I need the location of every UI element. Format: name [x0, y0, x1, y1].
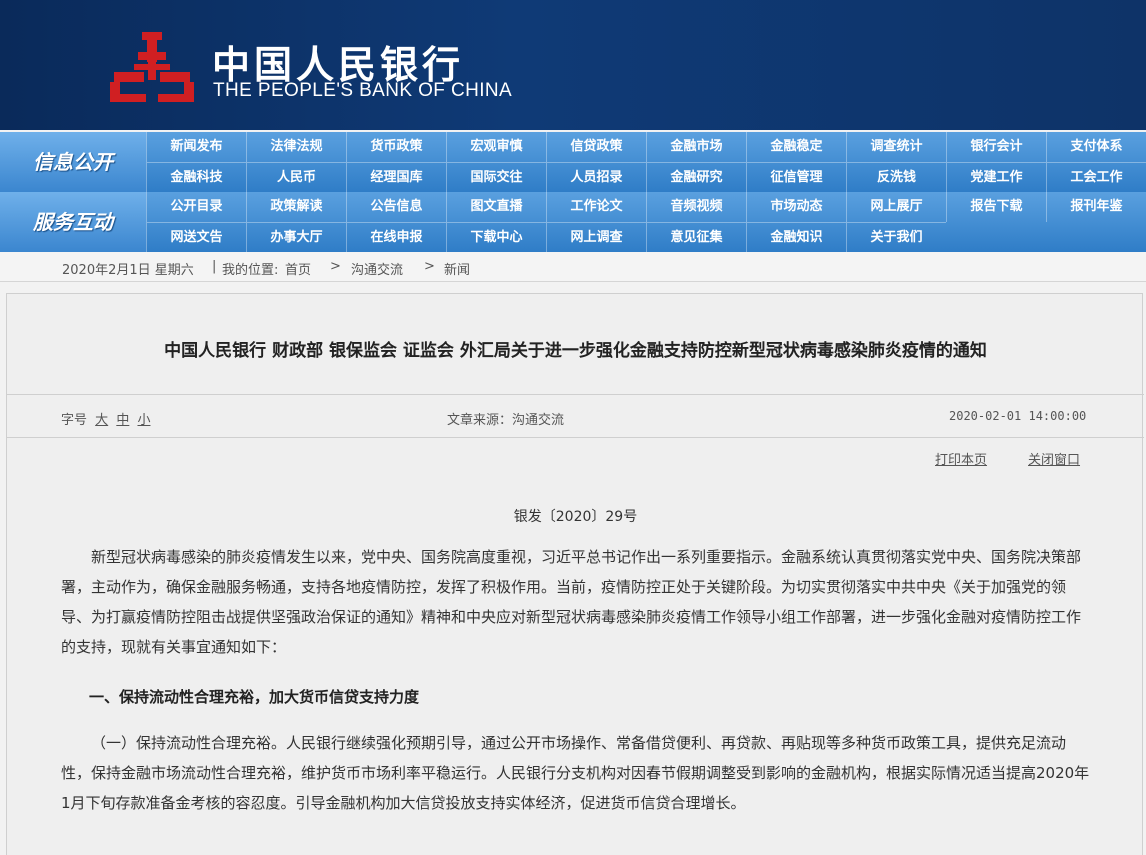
nav-item[interactable]: 关于我们 [846, 222, 946, 252]
nav-item[interactable]: 意见征集 [646, 222, 746, 252]
font-size-small-button[interactable]: 小 [137, 413, 150, 428]
breadcrumb-level2-link[interactable]: 沟通交流 [351, 259, 403, 278]
nav-item[interactable]: 公告信息 [346, 192, 446, 222]
nav-item[interactable]: 音频视频 [646, 192, 746, 222]
logo-english-text[interactable]: THE PEOPLE'S BANK OF CHINA [213, 80, 512, 102]
nav-item[interactable]: 货币政策 [346, 132, 446, 162]
nav-item[interactable]: 网上调查 [546, 222, 646, 252]
nav-item[interactable]: 党建工作 [946, 162, 1046, 192]
nav-item[interactable]: 工作论文 [546, 192, 646, 222]
font-size-control: 字号 大 中 小 [61, 409, 150, 428]
nav-item[interactable]: 金融稳定 [746, 132, 846, 162]
nav-item[interactable]: 报刊年鉴 [1046, 192, 1146, 222]
nav-item[interactable]: 网上展厅 [846, 192, 946, 222]
nav-item[interactable]: 征信管理 [746, 162, 846, 192]
nav-item[interactable]: 支付体系 [1046, 132, 1146, 162]
site-header: 中国人民银行 THE PEOPLE'S BANK OF CHINA [0, 0, 1146, 130]
pboc-emblem-icon[interactable] [108, 30, 196, 106]
article-title: 中国人民银行 财政部 银保监会 证监会 外汇局关于进一步强化金融支持防控新型冠状… [164, 341, 987, 361]
nav-item[interactable]: 金融市场 [646, 132, 746, 162]
breadcrumb-arrow-icon: > [330, 259, 341, 274]
article-source: 文章来源：沟通交流 [447, 413, 565, 428]
article-paragraph: 新型冠状病毒感染的肺炎疫情发生以来，党中央、国务院高度重视，习近平总书记作出一系… [61, 548, 1082, 656]
article-panel: 中国人民银行 财政部 银保监会 证监会 外汇局关于进一步强化金融支持防控新型冠状… [6, 293, 1144, 855]
breadcrumb-home-link[interactable]: 首页 [285, 259, 311, 278]
nav-item[interactable]: 新闻发布 [146, 132, 246, 162]
nav-item[interactable]: 调查统计 [846, 132, 946, 162]
nav-item[interactable]: 人民币 [246, 162, 346, 192]
nav-grid-service: 公开目录 政策解读 公告信息 图文直播 工作论文 音频视频 市场动态 网上展厅 … [146, 192, 1146, 252]
article-paragraph: （一）保持流动性合理充裕。人民银行继续强化预期引导，通过公开市场操作、常备借贷便… [61, 734, 1090, 812]
nav-item[interactable]: 网送文告 [146, 222, 246, 252]
nav-item[interactable]: 金融研究 [646, 162, 746, 192]
font-size-medium-button[interactable]: 中 [116, 413, 129, 428]
nav-item[interactable]: 反洗钱 [846, 162, 946, 192]
nav-item[interactable]: 在线申报 [346, 222, 446, 252]
nav-item[interactable]: 法律法规 [246, 132, 346, 162]
nav-item[interactable]: 金融科技 [146, 162, 246, 192]
document-number: 银发〔2020〕29号 [513, 509, 638, 525]
breadcrumb-level3-link[interactable]: 新闻 [444, 259, 470, 278]
nav-item[interactable]: 工会工作 [1046, 162, 1146, 192]
nav-item[interactable]: 办事大厅 [246, 222, 346, 252]
article-datetime: 2020-02-01 14:00:00 [949, 409, 1087, 423]
nav-info-disclosure: 信息公开 新闻发布 法律法规 货币政策 宏观审慎 信贷政策 金融市场 金融稳定 … [0, 132, 1146, 192]
nav-item[interactable]: 信贷政策 [546, 132, 646, 162]
nav-item[interactable]: 报告下载 [946, 192, 1046, 222]
page: 中国人民银行 THE PEOPLE'S BANK OF CHINA 信息公开 新… [0, 0, 1146, 855]
nav-item[interactable]: 银行会计 [946, 132, 1046, 162]
nav-section-label-info: 信息公开 [0, 132, 146, 192]
section-heading: 一、保持流动性合理充裕，加大货币信贷支持力度 [89, 688, 420, 706]
nav-item[interactable]: 人员招录 [546, 162, 646, 192]
breadcrumb: 2020年2月1日 星期六 | 我的位置: 首页 > 沟通交流 > 新闻 [0, 252, 1146, 282]
nav-item[interactable]: 国际交往 [446, 162, 546, 192]
nav-item[interactable]: 图文直播 [446, 192, 546, 222]
close-window-link[interactable]: 关闭窗口 [1028, 449, 1080, 468]
breadcrumb-location-label: 我的位置: [222, 263, 279, 278]
nav-item[interactable]: 公开目录 [146, 192, 246, 222]
nav-section-label-service: 服务互动 [0, 192, 146, 252]
font-size-large-button[interactable]: 大 [95, 413, 108, 428]
nav-item[interactable]: 宏观审慎 [446, 132, 546, 162]
nav-item[interactable]: 市场动态 [746, 192, 846, 222]
current-date: 2020年2月1日 星期六 [62, 263, 194, 278]
print-page-link[interactable]: 打印本页 [935, 449, 987, 468]
nav-grid-info: 新闻发布 法律法规 货币政策 宏观审慎 信贷政策 金融市场 金融稳定 调查统计 … [146, 132, 1146, 192]
nav-item[interactable]: 政策解读 [246, 192, 346, 222]
nav-item[interactable]: 金融知识 [746, 222, 846, 252]
font-size-label: 字号 [61, 413, 88, 428]
breadcrumb-arrow-icon: > [424, 259, 435, 274]
article-meta-bar: 字号 大 中 小 文章来源：沟通交流 2020-02-01 14:00:00 [7, 394, 1144, 438]
nav-item[interactable]: 经理国库 [346, 162, 446, 192]
nav-item[interactable]: 下载中心 [446, 222, 546, 252]
nav-service-interaction: 服务互动 公开目录 政策解读 公告信息 图文直播 工作论文 音频视频 市场动态 … [0, 192, 1146, 252]
breadcrumb-separator: | [212, 259, 217, 274]
